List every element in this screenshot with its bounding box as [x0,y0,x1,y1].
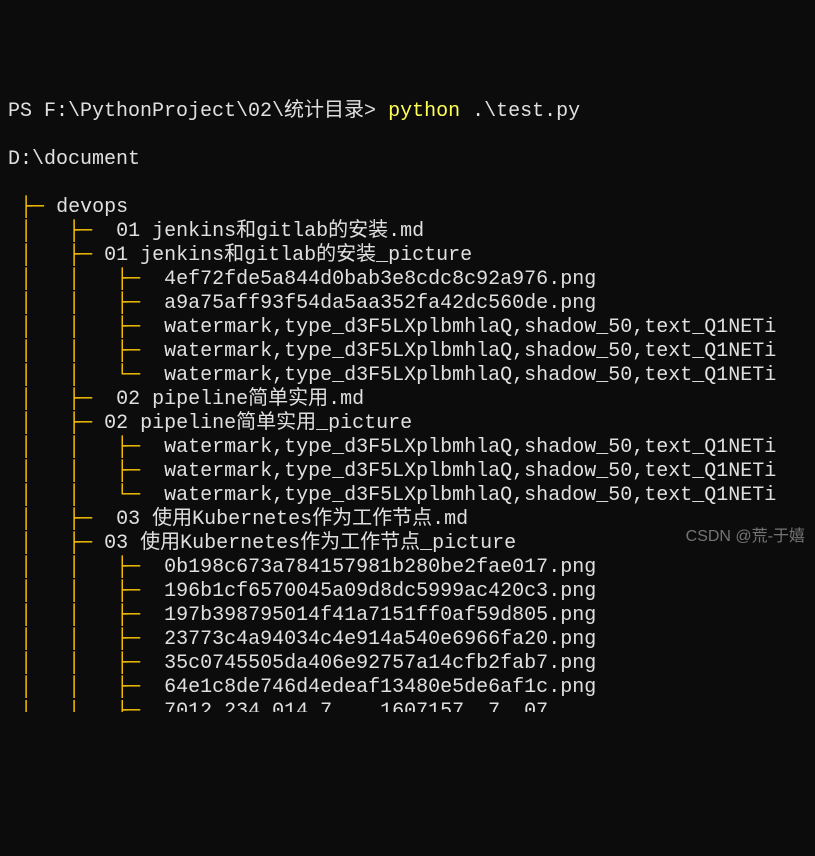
tree-item-name: 4ef72fde5a844d0bab3e8cdc8c92a976.png [164,268,596,291]
tree-row: │ ├─ 01 jenkins和gitlab的安装.md [8,220,807,244]
tree-item-name: a9a75aff93f54da5aa352fa42dc560de.png [164,292,596,315]
tree-row: │ │ ├─ 197b398795014f41a7151ff0af59d805.… [8,604,807,628]
tree-item-name: 01 jenkins和gitlab的安装_picture [104,244,472,267]
tree-row: │ ├─ 01 jenkins和gitlab的安装_picture [8,244,807,268]
tree-item-name: 35c0745505da406e92757a14cfb2fab7.png [164,652,596,675]
tree-row: │ │ ├─ 4ef72fde5a844d0bab3e8cdc8c92a976.… [8,268,807,292]
current-path: F:\PythonProject\02\统计目录> [44,100,388,123]
tree-row: │ │ ├─ a9a75aff93f54da5aa352fa42dc560de.… [8,292,807,316]
tree-item-name: 0b198c673a784157981b280be2fae017.png [164,556,596,579]
tree-item-name: 196b1cf6570045a09d8dc5999ac420c3.png [164,580,596,603]
tree-item-name: devops [56,196,128,219]
tree-row: │ │ ├─ watermark,type_d3F5LXplbmhlaQ,sha… [8,436,807,460]
tree-row: │ │ ├─ 196b1cf6570045a09d8dc5999ac420c3.… [8,580,807,604]
prompt-line: PS F:\PythonProject\02\统计目录> python .\te… [8,100,807,124]
tree-row: │ │ ├─ watermark,type_d3F5LXplbmhlaQ,sha… [8,340,807,364]
tree-output: ├─ devops │ ├─ 01 jenkins和gitlab的安装.md │… [8,196,807,712]
ps-prefix: PS [8,100,44,123]
tree-row: │ │ ├─ 0b198c673a784157981b280be2fae017.… [8,556,807,580]
tree-row: │ ├─ 02 pipeline简单实用.md [8,388,807,412]
tree-item-name: watermark,type_d3F5LXplbmhlaQ,shadow_50,… [164,436,776,459]
tree-item-name: watermark,type_d3F5LXplbmhlaQ,shadow_50,… [164,460,776,483]
tree-item-name: 02 pipeline简单实用.md [116,388,364,411]
command: python [388,100,460,123]
tree-row: │ │ ├─ 64e1c8de746d4edeaf13480e5de6af1c.… [8,676,807,700]
tree-item-name: 197b398795014f41a7151ff0af59d805.png [164,604,596,627]
tree-item-name: watermark,type_d3F5LXplbmhlaQ,shadow_50,… [164,340,776,363]
tree-item-name: watermark,type_d3F5LXplbmhlaQ,shadow_50,… [164,364,776,387]
watermark: CSDN @荒-于嬉 [686,525,805,549]
tree-row: │ │ ├─ 7012 234 014 7 1607157 7 07 [8,700,807,712]
tree-item-name: 03 使用Kubernetes作为工作节点_picture [104,532,516,555]
tree-row: │ ├─ 02 pipeline简单实用_picture [8,412,807,436]
tree-item-name: 01 jenkins和gitlab的安装.md [116,220,424,243]
output-root: D:\document [8,148,807,172]
tree-item-name: 7012 234 014 7 1607157 7 07 [164,700,548,712]
tree-item-name: 64e1c8de746d4edeaf13480e5de6af1c.png [164,676,596,699]
tree-row: │ │ └─ watermark,type_d3F5LXplbmhlaQ,sha… [8,484,807,508]
tree-row: │ │ └─ watermark,type_d3F5LXplbmhlaQ,sha… [8,364,807,388]
tree-row: ├─ devops [8,196,807,220]
tree-item-name: 02 pipeline简单实用_picture [104,412,412,435]
tree-row: │ │ ├─ watermark,type_d3F5LXplbmhlaQ,sha… [8,460,807,484]
tree-row: │ │ ├─ watermark,type_d3F5LXplbmhlaQ,sha… [8,316,807,340]
tree-row: │ │ ├─ 23773c4a94034c4e914a540e6966fa20.… [8,628,807,652]
tree-item-name: 23773c4a94034c4e914a540e6966fa20.png [164,628,596,651]
tree-row: │ │ ├─ 35c0745505da406e92757a14cfb2fab7.… [8,652,807,676]
tree-item-name: watermark,type_d3F5LXplbmhlaQ,shadow_50,… [164,316,776,339]
tree-item-name: 03 使用Kubernetes作为工作节点.md [116,508,468,531]
command-args: .\test.py [460,100,580,123]
tree-item-name: watermark,type_d3F5LXplbmhlaQ,shadow_50,… [164,484,776,507]
